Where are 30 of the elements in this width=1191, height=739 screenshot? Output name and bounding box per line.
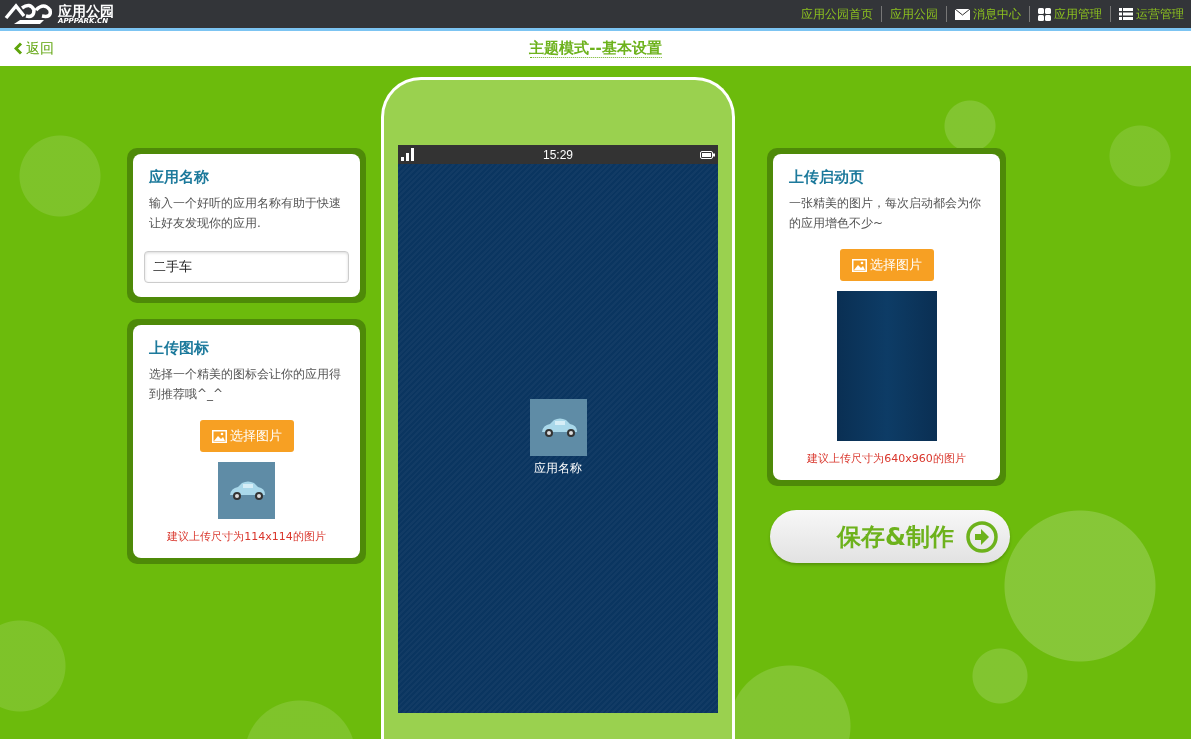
card-title: 上传启动页 (789, 168, 865, 187)
card-description: 选择一个精美的图标会让你的应用得到推荐哦^_^ (149, 366, 342, 403)
back-link[interactable]: 返回 (14, 39, 54, 58)
image-icon (851, 258, 867, 272)
envelope-icon (955, 8, 970, 20)
input-field[interactable]: 二手车 (144, 251, 349, 283)
car-icon (529, 399, 587, 456)
card-description: 一张精美的图片，每次启动都会为你的应用增色不少~ (789, 195, 982, 232)
nav-link[interactable]: 消息中心 (946, 6, 1029, 22)
size-hint: 建议上传尺寸为640x960的图片 (806, 451, 967, 466)
logo-text: 应用公园 (58, 3, 114, 18)
list-icon (1119, 8, 1133, 20)
chevron-left-icon (14, 42, 23, 55)
nav-link[interactable]: 应用公园 (881, 6, 946, 22)
signal-icon (401, 148, 416, 161)
page-title: 主题模式--基本设置 (529, 39, 662, 58)
card-description: 输入一个好听的应用名称有助于快速让好友发现你的应用. (149, 195, 342, 232)
status-time: 15:29 (543, 147, 573, 162)
size-hint: 建议上传尺寸为114x114的图片 (166, 529, 327, 544)
battery-icon (700, 150, 715, 159)
arrow-circle-icon (966, 520, 998, 553)
nav-link[interactable]: 应用公园首页 (793, 6, 881, 22)
car-icon (218, 462, 275, 519)
nav-link[interactable]: 运营管理 (1110, 6, 1187, 22)
grid-icon (1038, 7, 1051, 21)
card-title: 上传图标 (149, 339, 210, 358)
nav-link[interactable]: 应用管理 (1029, 6, 1110, 22)
card-title: 应用名称 (149, 168, 210, 187)
app-label: 应用名称 (534, 460, 582, 477)
image-icon (211, 429, 227, 443)
